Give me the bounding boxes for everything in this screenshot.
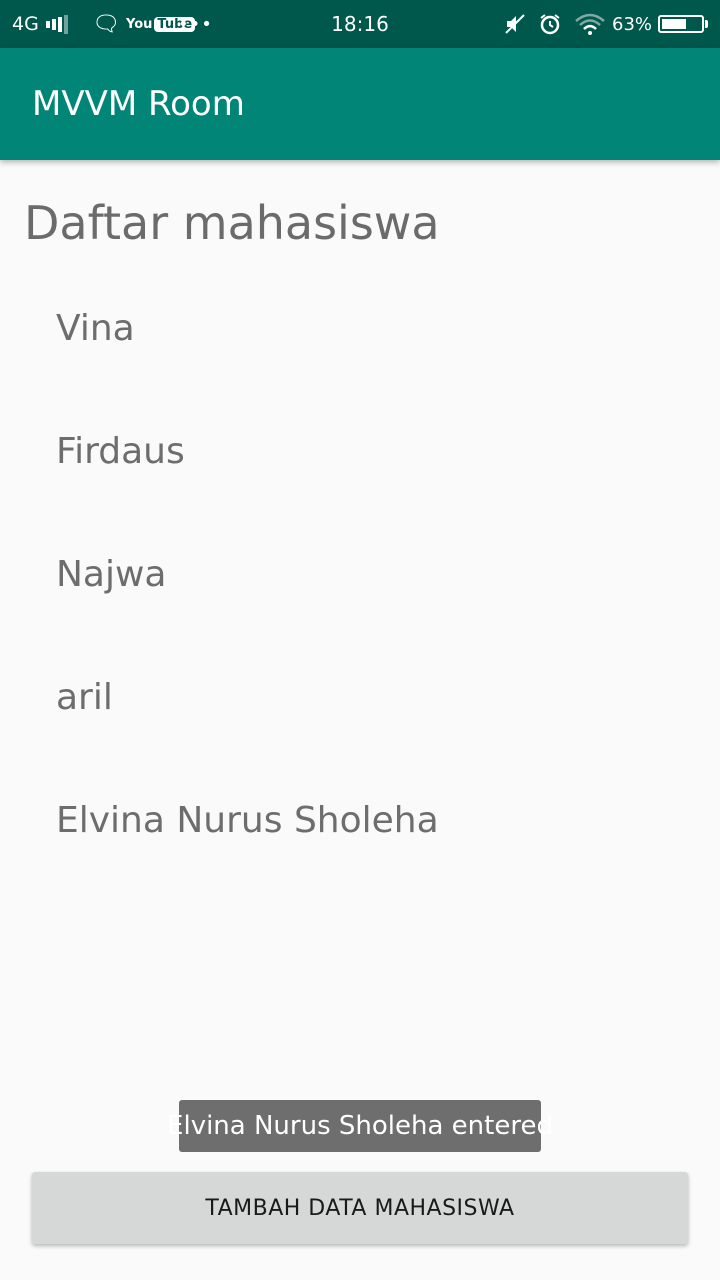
student-list: Vina Firdaus Najwa aril Elvina Nurus Sho… (0, 300, 720, 915)
screen: 4G 🗨 You Tube ••• 18:16 63% MVVM Room Da… (0, 0, 720, 1280)
list-item[interactable]: aril (0, 669, 720, 792)
alarm-icon (538, 0, 562, 48)
app-title: MVVM Room (32, 84, 245, 124)
status-bar: 4G 🗨 You Tube ••• 18:16 63% (0, 0, 720, 48)
mute-icon (504, 0, 526, 48)
list-item[interactable]: Elvina Nurus Sholeha (0, 792, 720, 915)
wifi-icon (574, 0, 606, 48)
battery-percent: 63% (612, 13, 653, 35)
page-title: Daftar mahasiswa (24, 196, 440, 250)
toast-message: Elvina Nurus Sholeha entered (167, 1100, 553, 1152)
list-item[interactable]: Vina (0, 300, 720, 423)
app-bar: MVVM Room (0, 48, 720, 160)
list-item[interactable]: Firdaus (0, 423, 720, 546)
list-item[interactable]: Najwa (0, 546, 720, 669)
battery-icon (658, 0, 708, 48)
battery-fill (662, 19, 686, 29)
add-student-button[interactable]: TAMBAH DATA MAHASISWA (32, 1172, 688, 1244)
